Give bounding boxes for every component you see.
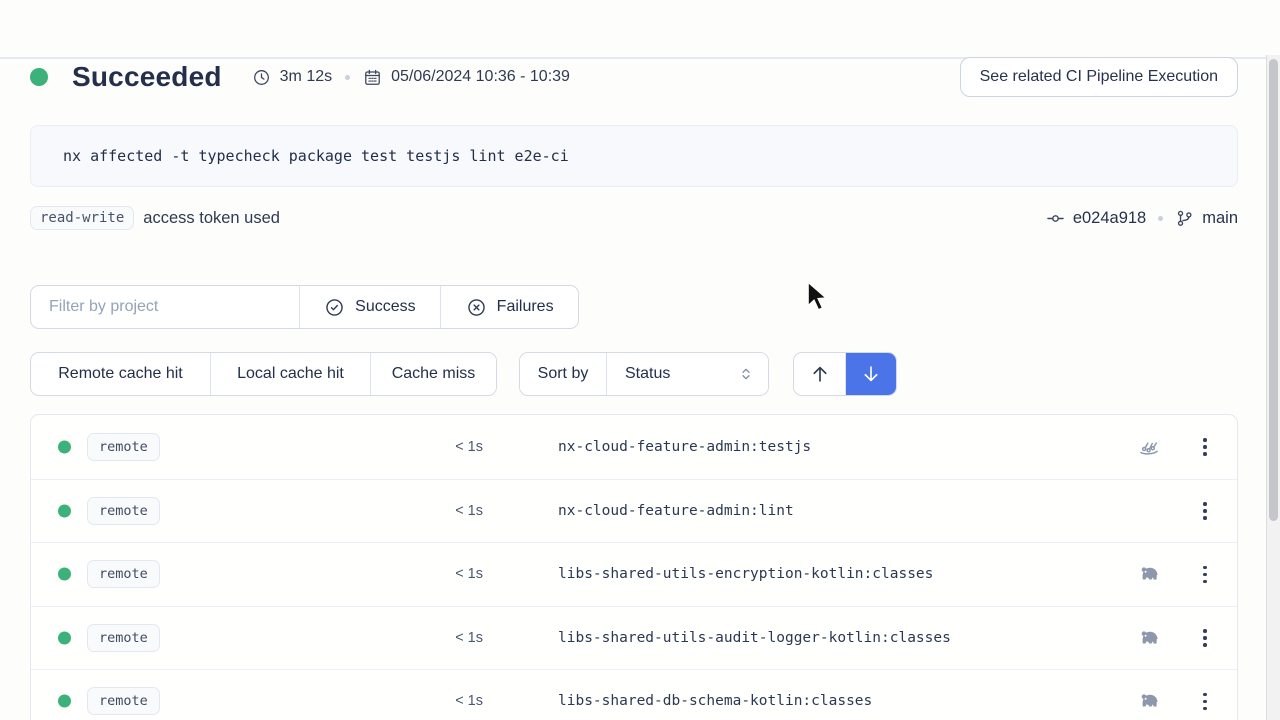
scrollbar-thumb[interactable] — [1269, 59, 1278, 521]
task-name: nx-cloud-feature-admin:lint — [558, 503, 794, 519]
filter-failures-label: Failures — [497, 298, 554, 316]
sort-group: Sort by Status — [519, 352, 769, 396]
task-duration: < 1s — [423, 503, 483, 519]
task-name: libs-shared-utils-encryption-kotlin:clas… — [558, 566, 933, 582]
run-date-range: 05/06/2024 10:36 - 10:39 — [391, 68, 570, 86]
task-duration: < 1s — [423, 439, 483, 455]
arrow-down-icon — [860, 363, 882, 385]
status-success-dot — [30, 68, 48, 86]
meta-separator-dot — [345, 75, 350, 80]
run-duration: 3m 12s — [280, 68, 332, 86]
remote-cache-hit-button[interactable]: Remote cache hit — [31, 353, 210, 395]
task-duration: < 1s — [423, 566, 483, 582]
task-kebab-menu-button[interactable] — [1195, 689, 1215, 713]
calendar-icon — [363, 68, 382, 87]
cache-badge: remote — [87, 687, 160, 715]
check-circle-icon — [324, 297, 345, 318]
gradle-icon — [1137, 562, 1161, 586]
commit-icon — [1046, 209, 1065, 228]
task-row[interactable]: remote < 1s libs-shared-utils-encryption… — [31, 542, 1237, 606]
cache-badge: remote — [87, 497, 160, 525]
sort-descending-button[interactable] — [845, 353, 896, 395]
local-cache-hit-button[interactable]: Local cache hit — [210, 353, 370, 395]
filter-success-button[interactable]: Success — [299, 286, 441, 328]
task-kebab-menu-button[interactable] — [1195, 499, 1215, 523]
task-list: remote < 1s nx-cloud-feature-admin:testj… — [30, 414, 1238, 720]
filter-success-label: Success — [355, 298, 415, 316]
see-related-ci-pipeline-button[interactable]: See related CI Pipeline Execution — [960, 57, 1238, 97]
arrow-up-icon — [809, 363, 831, 385]
task-filter-group: Success Failures — [30, 285, 579, 329]
task-name: libs-shared-utils-audit-logger-kotlin:cl… — [558, 630, 951, 646]
task-success-dot — [58, 504, 71, 517]
task-success-dot — [58, 695, 71, 708]
task-success-dot — [58, 631, 71, 644]
task-row[interactable]: remote < 1s nx-cloud-feature-admin:testj… — [31, 415, 1237, 479]
vcs-meta: e024a918 main — [1046, 209, 1238, 228]
cache-sort-controls: Remote cache hit Local cache hit Cache m… — [30, 352, 1238, 396]
access-token-label: access token used — [143, 209, 280, 228]
gradle-icon — [1137, 626, 1161, 650]
flaky-chart-icon — [1137, 435, 1161, 459]
branch-name: main — [1202, 209, 1238, 228]
task-duration: < 1s — [423, 630, 483, 646]
run-header: Succeeded 3m 12s 05/06/2024 10:36 - 10:3… — [30, 55, 1238, 99]
commit-hash: e024a918 — [1073, 209, 1146, 228]
run-detail-page: Succeeded 3m 12s 05/06/2024 10:36 - 10:3… — [0, 55, 1280, 720]
cache-badge: remote — [87, 433, 160, 461]
task-name: libs-shared-db-schema-kotlin:classes — [558, 693, 872, 709]
vcs-separator-dot — [1158, 216, 1163, 221]
sort-selected-value: Status — [625, 365, 670, 383]
task-name: nx-cloud-feature-admin:testjs — [558, 439, 811, 455]
run-meta: 3m 12s 05/06/2024 10:36 - 10:39 — [252, 68, 570, 87]
task-success-dot — [58, 440, 71, 453]
gradle-icon — [1137, 689, 1161, 713]
cache-badge: remote — [87, 624, 160, 652]
clock-icon — [252, 68, 271, 87]
task-row[interactable]: remote < 1s libs-shared-utils-audit-logg… — [31, 606, 1237, 670]
cache-badge: remote — [87, 560, 160, 588]
access-token-badge: read-write — [30, 206, 134, 230]
sort-ascending-button[interactable] — [794, 353, 845, 395]
task-kebab-menu-button[interactable] — [1195, 562, 1215, 586]
select-chevrons-icon — [738, 366, 754, 382]
run-command-text: nx affected -t typecheck package test te… — [63, 147, 569, 165]
sort-direction-group — [793, 352, 897, 396]
sort-by-label: Sort by — [520, 353, 606, 395]
x-circle-icon — [466, 297, 487, 318]
git-branch-icon — [1175, 209, 1194, 228]
vertical-scrollbar[interactable] — [1266, 55, 1280, 720]
filter-by-project-input[interactable] — [31, 286, 299, 328]
run-command-box: nx affected -t typecheck package test te… — [30, 125, 1238, 187]
task-row[interactable]: remote < 1s libs-shared-db-schema-kotlin… — [31, 669, 1237, 720]
task-duration: < 1s — [423, 693, 483, 709]
page-title: Succeeded — [72, 61, 222, 93]
task-success-dot — [58, 568, 71, 581]
task-row[interactable]: remote < 1s nx-cloud-feature-admin:lint — [31, 479, 1237, 543]
token-row: read-write access token used e024a918 ma… — [30, 204, 1238, 232]
task-kebab-menu-button[interactable] — [1195, 435, 1215, 459]
sort-select[interactable]: Status — [606, 353, 768, 395]
task-kebab-menu-button[interactable] — [1195, 626, 1215, 650]
cache-filter-group: Remote cache hit Local cache hit Cache m… — [30, 352, 497, 396]
cache-miss-button[interactable]: Cache miss — [370, 353, 496, 395]
filter-failures-button[interactable]: Failures — [440, 286, 578, 328]
